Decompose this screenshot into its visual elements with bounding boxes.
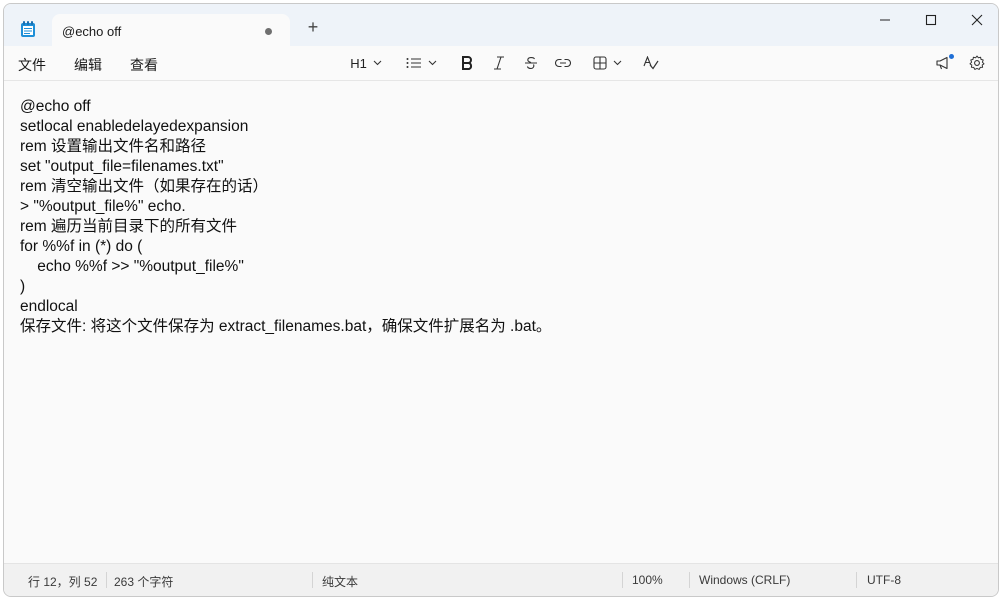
menu-edit[interactable]: 编辑 [74, 55, 102, 75]
text-line: echo %%f >> "%output_file%" [20, 258, 244, 275]
status-divider [106, 572, 107, 588]
text-line: rem 清空输出文件（如果存在的话） [20, 178, 269, 195]
bulleted-list-icon [406, 58, 421, 68]
close-button[interactable] [954, 4, 998, 36]
text-line: setlocal enabledelayedexpansion [20, 118, 249, 135]
encoding-indicator[interactable]: UTF-8 [867, 573, 901, 587]
italic-button[interactable] [488, 52, 510, 74]
status-divider [856, 572, 857, 588]
status-divider [689, 572, 690, 588]
zoom-level[interactable]: 100% [632, 573, 663, 587]
menu-bar: 文件 编辑 查看 H1 [4, 46, 998, 81]
unsaved-dot-icon[interactable] [265, 28, 272, 35]
line-ending-indicator[interactable]: Windows (CRLF) [699, 573, 790, 587]
maximize-icon [925, 14, 937, 26]
text-line: ) [20, 278, 26, 295]
character-count: 263 个字符 [114, 575, 174, 589]
status-bar: 行 12，列 52 263 个字符 纯文本 100% Windows (CRLF… [4, 563, 998, 596]
menu-view[interactable]: 查看 [130, 55, 158, 75]
notification-dot-icon [949, 54, 954, 59]
link-button[interactable] [552, 52, 574, 74]
format-indicator[interactable]: 纯文本 [322, 573, 358, 590]
cursor-position: 行 12，列 52 [28, 575, 98, 589]
spellcheck-icon [643, 56, 659, 70]
heading-label: H1 [350, 55, 367, 71]
minimize-icon [880, 19, 890, 21]
settings-button[interactable] [966, 52, 988, 74]
notepad-window: @echo off + 文件 编辑 查看 H1 @echo off setloc… [3, 3, 999, 597]
status-divider [312, 572, 313, 588]
text-line: for %%f in (*) do ( [20, 238, 143, 255]
italic-icon [494, 56, 504, 70]
new-tab-button[interactable]: + [302, 16, 324, 38]
text-line: set "output_file=filenames.txt" [20, 158, 224, 175]
chevron-down-icon [373, 60, 382, 66]
title-bar[interactable]: @echo off + [4, 4, 998, 48]
spellcheck-button[interactable] [640, 52, 662, 74]
close-icon [971, 14, 983, 26]
minimize-button[interactable] [862, 4, 908, 36]
status-divider [622, 572, 623, 588]
table-icon [592, 56, 607, 70]
chevron-down-icon [428, 60, 436, 66]
gear-icon [969, 55, 985, 70]
list-dropdown[interactable] [402, 52, 440, 74]
notepad-app-icon [21, 21, 35, 37]
table-dropdown[interactable] [588, 52, 626, 74]
bold-button[interactable] [456, 52, 478, 74]
tab-document[interactable]: @echo off [52, 14, 290, 48]
bold-icon [462, 56, 473, 70]
text-line: endlocal [20, 298, 78, 315]
tab-title: @echo off [62, 24, 122, 39]
menu-file[interactable]: 文件 [18, 55, 46, 75]
text-line: @echo off [20, 98, 91, 115]
maximize-button[interactable] [908, 4, 954, 36]
strikethrough-button[interactable] [520, 52, 542, 74]
text-line: > "%output_file%" echo. [20, 198, 186, 215]
strikethrough-icon [525, 57, 537, 70]
text-line: rem 遍历当前目录下的所有文件 [20, 218, 238, 235]
text-editor[interactable]: @echo off setlocal enabledelayedexpansio… [4, 81, 998, 564]
chevron-down-icon [613, 60, 621, 66]
heading-dropdown[interactable]: H1 [346, 52, 386, 74]
text-line: rem 设置输出文件名和路径 [20, 138, 207, 155]
link-icon [555, 58, 571, 68]
text-line: 保存文件: 将这个文件保存为 extract_filenames.bat，确保文… [20, 318, 552, 335]
